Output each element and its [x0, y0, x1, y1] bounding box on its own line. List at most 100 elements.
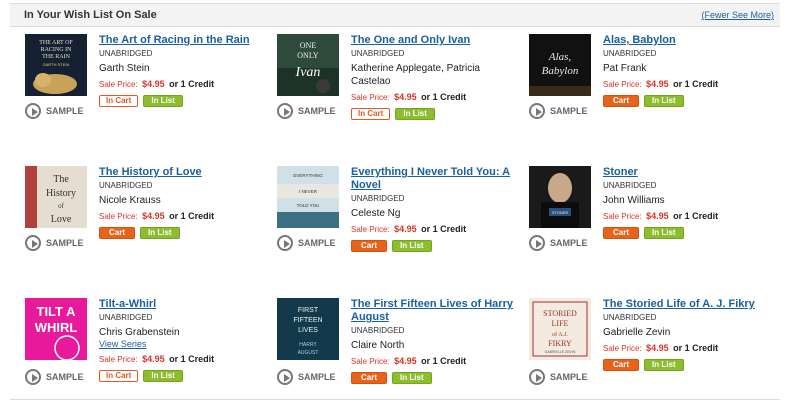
in-list-button[interactable]: In List: [392, 372, 432, 384]
sample-button[interactable]: SAMPLE: [277, 102, 336, 120]
book-cover[interactable]: FIRST FIFTEEN LIVES HARRY AUGUST: [277, 298, 339, 360]
in-cart-button[interactable]: In Cart: [99, 370, 139, 382]
cart-button[interactable]: Cart: [603, 95, 640, 107]
svg-text:of A.J.: of A.J.: [552, 331, 568, 338]
cart-button[interactable]: Cart: [351, 240, 388, 252]
cart-button[interactable]: Cart: [603, 227, 640, 239]
svg-text:STORIED: STORIED: [543, 309, 577, 318]
sale-price-label: Sale Price:: [99, 212, 138, 221]
book-format: UNABRIDGED: [351, 49, 405, 58]
sale-price-value: $4.95: [394, 356, 417, 366]
sale-price: Sale Price: $4.95 or 1 Credit: [99, 209, 269, 223]
sample-button[interactable]: SAMPLE: [529, 368, 588, 386]
svg-text:Love: Love: [51, 214, 72, 225]
in-list-button[interactable]: In List: [644, 95, 684, 107]
cart-button[interactable]: Cart: [603, 359, 640, 371]
in-list-button[interactable]: In List: [143, 370, 183, 382]
sale-price: Sale Price: $4.95 or 1 Credit: [603, 209, 773, 223]
book-title-link[interactable]: Alas, Babylon: [603, 34, 773, 47]
sample-button[interactable]: SAMPLE: [25, 234, 84, 252]
fewer-see-more-link[interactable]: (Fewer See More): [701, 10, 774, 20]
book-title-link[interactable]: The History of Love: [99, 166, 269, 179]
in-cart-button[interactable]: In Cart: [99, 95, 139, 107]
sale-price-value: $4.95: [394, 92, 417, 102]
view-series-link[interactable]: View Series: [99, 339, 269, 350]
in-list-button[interactable]: In List: [392, 240, 432, 252]
sale-price-value: $4.95: [646, 211, 669, 221]
svg-text:I NEVER: I NEVER: [299, 189, 318, 194]
book-author: Celeste Ng: [351, 208, 401, 219]
book-title-link[interactable]: Stoner: [603, 166, 773, 179]
book-author: Chris Grabenstein: [99, 327, 180, 338]
svg-text:of: of: [58, 202, 65, 210]
sale-price-label: Sale Price:: [99, 355, 138, 364]
credit-text: or 1 Credit: [421, 92, 467, 102]
credit-text: or 1 Credit: [169, 354, 215, 364]
book-cover[interactable]: TILT A WHIRL: [25, 298, 87, 360]
sample-button[interactable]: SAMPLE: [529, 234, 588, 252]
sample-button[interactable]: SAMPLE: [529, 102, 588, 120]
svg-text:LIFE: LIFE: [552, 319, 569, 328]
book-item: THE ART OF RACING IN THE RAIN GARTH STEI…: [25, 34, 275, 134]
credit-text: or 1 Credit: [673, 79, 719, 89]
book-author: Nicole Krauss: [99, 195, 161, 206]
book-format: UNABRIDGED: [99, 313, 153, 322]
book-cover[interactable]: STONER: [529, 166, 591, 228]
sale-price-label: Sale Price:: [603, 344, 642, 353]
sale-price-value: $4.95: [142, 79, 165, 89]
sale-price-label: Sale Price:: [603, 80, 642, 89]
sale-price: Sale Price: $4.95 or 1 Credit: [99, 77, 269, 91]
play-icon: [277, 103, 293, 119]
credit-text: or 1 Credit: [169, 211, 215, 221]
sale-price-value: $4.95: [142, 211, 165, 221]
book-cover[interactable]: The History of Love: [25, 166, 87, 228]
svg-text:THE ART OF: THE ART OF: [39, 40, 73, 46]
svg-text:TOLD YOU: TOLD YOU: [297, 203, 320, 208]
book-cover[interactable]: Alas, Babylon: [529, 34, 591, 96]
in-list-button[interactable]: In List: [395, 108, 435, 120]
book-title-link[interactable]: The Art of Racing in the Rain: [99, 34, 269, 47]
book-author: Claire North: [351, 340, 405, 351]
sample-label: SAMPLE: [298, 106, 336, 116]
book-cover[interactable]: EVERYTHING I NEVER TOLD YOU: [277, 166, 339, 228]
cart-button[interactable]: Cart: [99, 227, 136, 239]
book-author: Pat Frank: [603, 63, 647, 74]
book-cover[interactable]: ONE ONLY Ivan: [277, 34, 339, 96]
book-author: John Williams: [603, 195, 665, 206]
in-list-button[interactable]: In List: [644, 227, 684, 239]
svg-text:The: The: [53, 174, 69, 185]
sale-price-label: Sale Price:: [351, 357, 390, 366]
svg-text:Alas,: Alas,: [548, 51, 572, 63]
sample-button[interactable]: SAMPLE: [25, 102, 84, 120]
sample-button[interactable]: SAMPLE: [277, 368, 336, 386]
book-title-link[interactable]: The First Fifteen Lives of Harry August: [351, 298, 521, 324]
book-cover[interactable]: THE ART OF RACING IN THE RAIN GARTH STEI…: [25, 34, 87, 96]
book-title-link[interactable]: Tilt-a-Whirl: [99, 298, 269, 311]
book-format: UNABRIDGED: [351, 194, 405, 203]
in-list-button[interactable]: In List: [140, 227, 180, 239]
book-title-link[interactable]: The One and Only Ivan: [351, 34, 521, 47]
book-title-link[interactable]: The Storied Life of A. J. Fikry: [603, 298, 773, 311]
section-title: In Your Wish List On Sale: [24, 9, 157, 21]
sample-button[interactable]: SAMPLE: [277, 234, 336, 252]
in-list-button[interactable]: In List: [143, 95, 183, 107]
book-format: UNABRIDGED: [603, 49, 657, 58]
cart-button[interactable]: Cart: [351, 372, 388, 384]
svg-text:EVERYTHING: EVERYTHING: [293, 173, 323, 178]
credit-text: or 1 Credit: [673, 343, 719, 353]
book-item: The History of Love SAMPLE The History o…: [25, 166, 275, 266]
book-item: TILT A WHIRL SAMPLE Tilt-a-Whirl UNABRID…: [25, 298, 275, 398]
book-title-link[interactable]: Everything I Never Told You: A Novel: [351, 166, 521, 192]
book-item: ONE ONLY Ivan SAMPLE The One and Only Iv…: [277, 34, 527, 134]
sample-label: SAMPLE: [298, 238, 336, 248]
sample-label: SAMPLE: [550, 238, 588, 248]
book-format: UNABRIDGED: [99, 49, 153, 58]
in-list-button[interactable]: In List: [644, 359, 684, 371]
sale-price: Sale Price: $4.95 or 1 Credit: [603, 77, 773, 91]
play-icon: [25, 235, 41, 251]
footer-divider: [10, 399, 780, 400]
book-cover[interactable]: STORIED LIFE of A.J. FIKRY GABRIELLE ZEV…: [529, 298, 591, 360]
in-cart-button[interactable]: In Cart: [351, 108, 391, 120]
sale-price-value: $4.95: [142, 354, 165, 364]
sample-button[interactable]: SAMPLE: [25, 368, 84, 386]
